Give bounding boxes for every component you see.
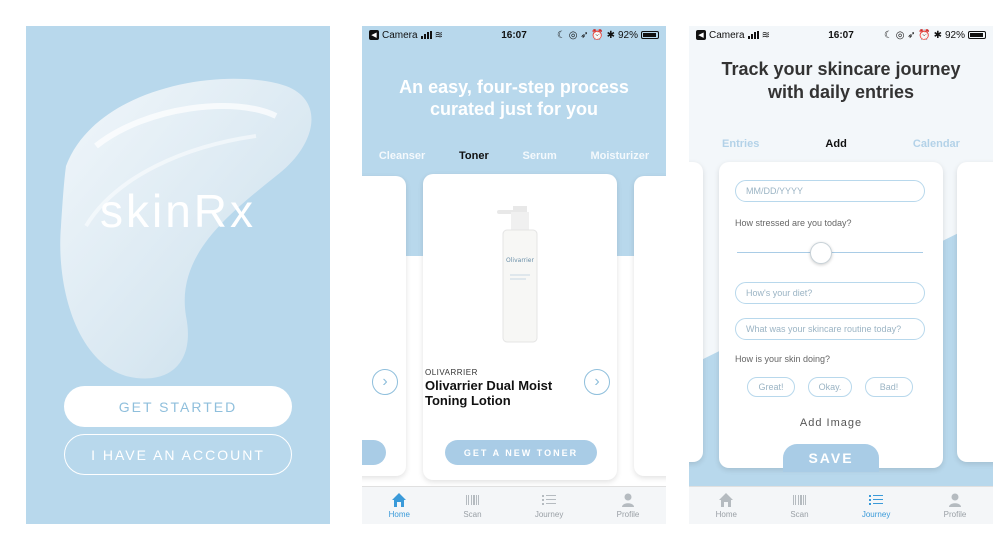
- battery-percent: 92%: [944, 29, 965, 41]
- back-to-camera-icon[interactable]: ◀: [696, 30, 706, 40]
- choice-okay[interactable]: Okay.: [808, 377, 852, 397]
- tabbar-item-scan[interactable]: Scan: [790, 492, 809, 519]
- page-title: Track your skincare journey with daily e…: [721, 59, 961, 102]
- product-name: Olivarrier Dual Moist Toning Lotion: [425, 378, 553, 408]
- status-time: 16:07: [828, 29, 854, 41]
- tabbar-item-scan[interactable]: Scan: [463, 492, 482, 519]
- product-card: Olivarrier OLIVARRIER Olivarrier Dual Mo…: [423, 174, 617, 480]
- save-button[interactable]: SAVE: [783, 444, 879, 472]
- tab-serum[interactable]: Serum: [522, 150, 556, 162]
- battery-icon: [968, 31, 986, 39]
- svg-text:Olivarrier: Olivarrier: [506, 257, 534, 264]
- tab-moisturizer[interactable]: Moisturizer: [590, 150, 649, 162]
- stress-label: How stressed are you today?: [735, 218, 852, 228]
- home-icon: [719, 493, 734, 507]
- signal-icon: [747, 31, 759, 39]
- routine-field[interactable]: What was your skincare routine today?: [735, 318, 925, 340]
- profile-icon: [948, 493, 961, 507]
- journey-tabs: Entries Add Calendar: [689, 138, 993, 150]
- wifi-icon: ≋: [434, 29, 443, 41]
- diet-field[interactable]: How's your diet?: [735, 282, 925, 304]
- add-image-button[interactable]: Add Image: [719, 417, 943, 429]
- journey-screen: ◀ Camera ≋ 16:07 ☾ ◎ ➶ ⏰ ✱ 92% Track you…: [689, 26, 993, 524]
- profile-icon: [621, 493, 634, 507]
- tab-cleanser[interactable]: Cleanser: [379, 150, 425, 162]
- get-new-toner-button[interactable]: GET A NEW TONER: [445, 440, 597, 465]
- back-to-camera-icon[interactable]: ◀: [369, 30, 379, 40]
- bottom-tab-bar: Home Scan Journey Profile: [689, 486, 993, 524]
- toner-bottle-image: Olivarrier: [497, 206, 538, 343]
- status-time: 16:07: [501, 29, 527, 41]
- stress-slider-thumb[interactable]: [809, 242, 832, 264]
- product-brand: OLIVARRIER: [425, 368, 478, 377]
- have-account-button[interactable]: I HAVE AN ACCOUNT: [64, 434, 292, 475]
- status-icons: ☾ ◎ ➶ ⏰ ✱: [556, 29, 615, 41]
- previous-arrow-icon[interactable]: ›: [372, 369, 398, 395]
- tabbar-item-profile[interactable]: Profile: [617, 492, 639, 519]
- bottom-tab-bar: Home Scan Journey Profile: [362, 486, 666, 524]
- tabbar-item-journey[interactable]: Journey: [862, 492, 890, 519]
- battery-percent: 92%: [617, 29, 638, 41]
- tabbar-item-home[interactable]: Home: [389, 492, 410, 519]
- list-icon: [542, 495, 557, 505]
- carrier-label: Camera: [382, 29, 418, 41]
- barcode-icon: [466, 495, 480, 505]
- app-logo: skinRx: [99, 185, 257, 237]
- choice-bad[interactable]: Bad!: [865, 377, 913, 397]
- get-started-button[interactable]: GET STARTED: [64, 386, 292, 427]
- signal-icon: [420, 31, 432, 39]
- previous-entry-card[interactable]: [689, 162, 703, 462]
- tab-calendar[interactable]: Calendar: [913, 138, 960, 150]
- previous-product-card[interactable]: [362, 176, 406, 476]
- routine-screen: ◀ Camera ≋ 16:07 ☾ ◎ ➶ ⏰ ✱ 92% An easy, …: [362, 26, 666, 524]
- home-icon: [392, 493, 407, 507]
- status-bar: ◀ Camera ≋ 16:07 ☾ ◎ ➶ ⏰ ✱ 92%: [362, 26, 666, 44]
- tab-entries[interactable]: Entries: [722, 138, 759, 150]
- skin-label: How is your skin doing?: [735, 354, 831, 364]
- choice-great[interactable]: Great!: [747, 377, 795, 397]
- carrier-label: Camera: [709, 29, 745, 41]
- next-arrow-icon[interactable]: ›: [584, 369, 610, 395]
- battery-icon: [641, 31, 659, 39]
- date-field[interactable]: MM/DD/YYYY: [735, 180, 925, 202]
- wifi-icon: ≋: [761, 29, 770, 41]
- next-product-card[interactable]: [634, 176, 666, 476]
- status-icons: ☾ ◎ ➶ ⏰ ✱: [883, 29, 942, 41]
- barcode-icon: [793, 495, 807, 505]
- tabbar-item-journey[interactable]: Journey: [535, 492, 563, 519]
- tab-add[interactable]: Add: [825, 138, 846, 150]
- tabbar-item-profile[interactable]: Profile: [944, 492, 966, 519]
- next-entry-card[interactable]: [957, 162, 993, 462]
- page-title: An easy, four-step process curated just …: [399, 77, 629, 119]
- list-icon: [869, 495, 884, 505]
- tabbar-item-home[interactable]: Home: [716, 492, 737, 519]
- welcome-screen: skinRx GET STARTED I HAVE AN ACCOUNT: [26, 26, 330, 524]
- status-bar: ◀ Camera ≋ 16:07 ☾ ◎ ➶ ⏰ ✱ 92%: [689, 26, 993, 44]
- step-tabs: Cleanser Toner Serum Moisturizer: [362, 150, 666, 162]
- previous-card-button[interactable]: [362, 440, 386, 465]
- tab-toner[interactable]: Toner: [459, 150, 489, 162]
